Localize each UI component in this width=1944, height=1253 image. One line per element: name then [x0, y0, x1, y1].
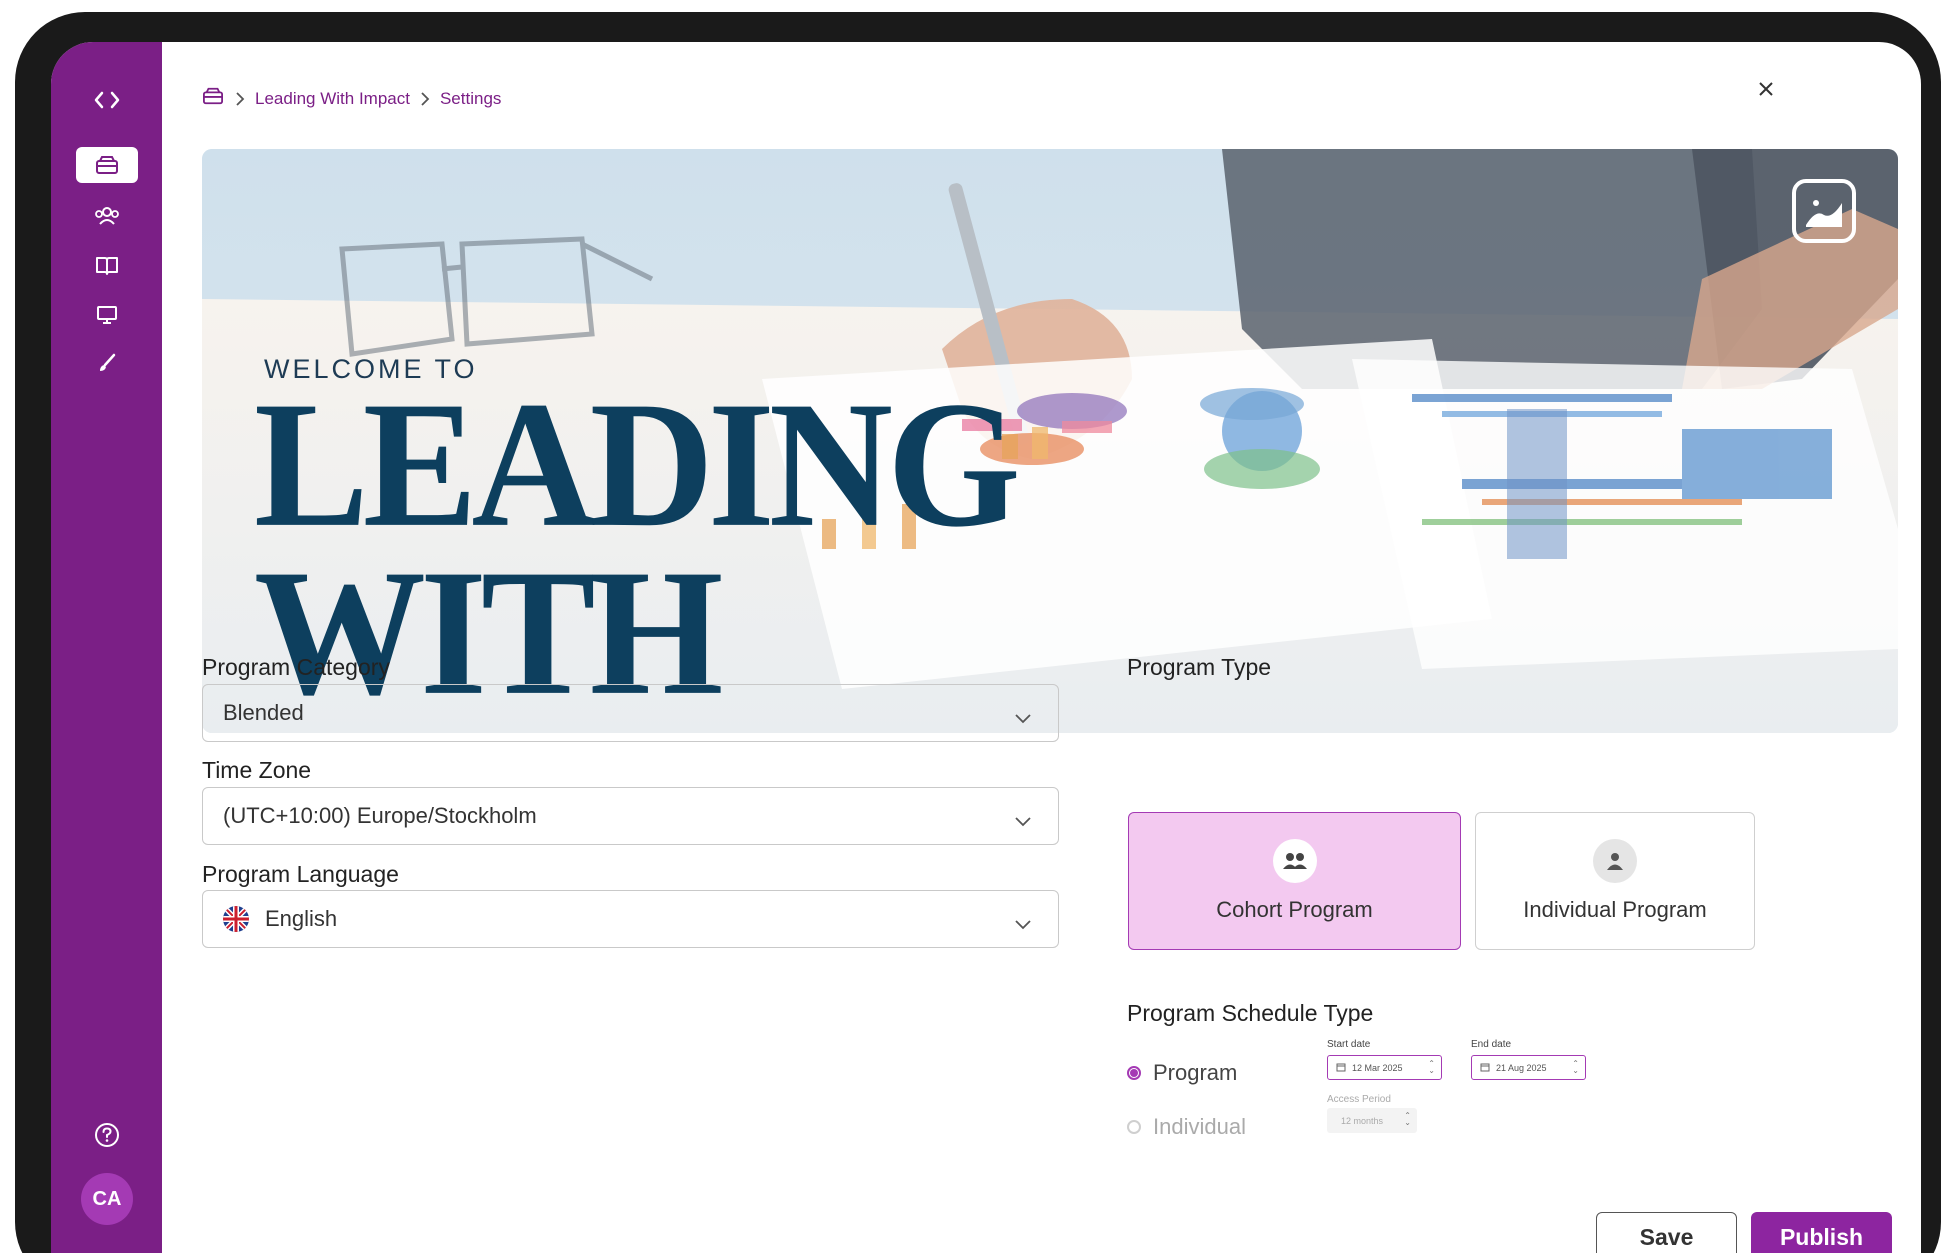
breadcrumb-program[interactable]: Leading With Impact — [255, 89, 410, 109]
start-date-value: 12 Mar 2025 — [1352, 1062, 1403, 1073]
end-date-input[interactable]: 21 Aug 2025 ⌃ ⌄ — [1471, 1055, 1586, 1080]
banner-title: LEADING WITH IMPACT — [254, 365, 1254, 733]
schedule-individual-label: Individual — [1153, 1114, 1246, 1139]
individual-program-label: Individual Program — [1523, 897, 1707, 922]
book-icon[interactable] — [76, 247, 138, 283]
program-banner: WELCOME TO LEADING WITH IMPACT — [202, 149, 1898, 733]
cohort-program-label: Cohort Program — [1216, 897, 1373, 922]
radio-unselected[interactable] — [1127, 1120, 1141, 1134]
stepper-icon[interactable]: ⌃ ⌄ — [1404, 1112, 1411, 1127]
time-zone-value: (UTC+10:00) Europe/Stockholm — [223, 803, 537, 828]
cohort-program-option[interactable]: Cohort Program — [1128, 812, 1461, 950]
group-icon — [1272, 839, 1317, 883]
schedule-type-label: Program Schedule Type — [1127, 1000, 1374, 1026]
program-category-select[interactable]: Blended — [202, 684, 1059, 742]
brush-icon[interactable] — [76, 345, 138, 381]
chevron-down-icon — [1014, 911, 1032, 937]
monitor-icon[interactable] — [76, 297, 138, 333]
chevron-right-icon — [235, 91, 245, 106]
access-period-input[interactable]: 12 months ⌃ ⌄ — [1327, 1108, 1417, 1133]
end-date-label: End date — [1471, 1039, 1512, 1050]
tablet-frame: CA Leading With Impact Settings WELCOME … — [15, 12, 1941, 1253]
program-icon[interactable] — [201, 86, 225, 111]
access-period-label: Access Period — [1327, 1094, 1391, 1105]
publish-button[interactable]: Publish — [1751, 1212, 1892, 1253]
time-zone-select[interactable]: (UTC+10:00) Europe/Stockholm — [202, 787, 1059, 845]
save-button[interactable]: Save — [1596, 1212, 1737, 1253]
code-icon[interactable] — [76, 82, 138, 118]
start-date-label: Start date — [1327, 1039, 1371, 1050]
schedule-program-label: Program — [1153, 1060, 1238, 1085]
change-image-icon[interactable] — [1792, 179, 1856, 243]
calendar-icon — [1336, 1062, 1346, 1074]
program-icon[interactable] — [76, 147, 138, 183]
schedule-program-radio[interactable]: Program — [1127, 1060, 1237, 1086]
help-icon[interactable] — [76, 1117, 138, 1153]
chevron-down-icon — [1014, 808, 1032, 834]
uk-flag-icon — [223, 906, 249, 932]
breadcrumb-settings[interactable]: Settings — [440, 89, 501, 109]
program-category-value: Blended — [223, 700, 304, 725]
chevron-down-icon — [1014, 705, 1032, 731]
program-language-select[interactable]: English — [202, 890, 1059, 948]
calendar-icon — [1480, 1062, 1490, 1074]
person-icon — [1593, 839, 1637, 883]
time-zone-label: Time Zone — [202, 757, 312, 783]
app-screen: CA Leading With Impact Settings WELCOME … — [51, 42, 1921, 1253]
sidebar: CA — [51, 42, 162, 1253]
program-language-label: Program Language — [202, 861, 399, 887]
radio-selected[interactable] — [1127, 1066, 1141, 1080]
banner-title-line1: LEADING — [254, 365, 1021, 565]
stepper-icon[interactable]: ⌃ ⌄ — [1572, 1060, 1579, 1075]
program-category-label: Program Category — [202, 654, 390, 680]
access-period-value: 12 months — [1341, 1115, 1384, 1126]
chevron-right-icon — [420, 91, 430, 106]
avatar[interactable]: CA — [81, 1173, 133, 1225]
program-language-value: English — [265, 906, 338, 931]
people-icon[interactable] — [76, 197, 138, 233]
start-date-input[interactable]: 12 Mar 2025 ⌃ ⌄ — [1327, 1055, 1442, 1080]
individual-program-option[interactable]: Individual Program — [1475, 812, 1755, 950]
end-date-value: 21 Aug 2025 — [1496, 1062, 1547, 1073]
schedule-individual-radio[interactable]: Individual — [1127, 1114, 1246, 1140]
program-type-label: Program Type — [1127, 654, 1272, 680]
breadcrumb: Leading With Impact Settings — [201, 86, 501, 111]
close-icon[interactable] — [1751, 74, 1781, 104]
stepper-icon[interactable]: ⌃ ⌄ — [1428, 1060, 1435, 1075]
